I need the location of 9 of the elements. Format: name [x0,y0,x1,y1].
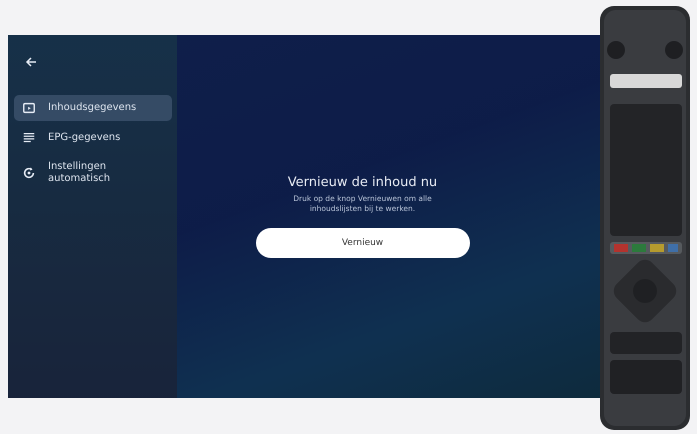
folder-icon [22,101,36,115]
list-icon [22,131,36,145]
sidebar-item[interactable]: Inhoudsgegevens [14,95,172,121]
sidebar-item[interactable]: EPG-gegevens [14,125,172,151]
sidebar-item[interactable]: Instellingen automatisch [14,155,172,191]
back-icon[interactable] [24,55,38,69]
content-title: Vernieuw de inhoud nu [288,175,438,190]
refresh-icon [22,166,36,180]
refresh-button[interactable]: Vernieuw [256,228,470,258]
